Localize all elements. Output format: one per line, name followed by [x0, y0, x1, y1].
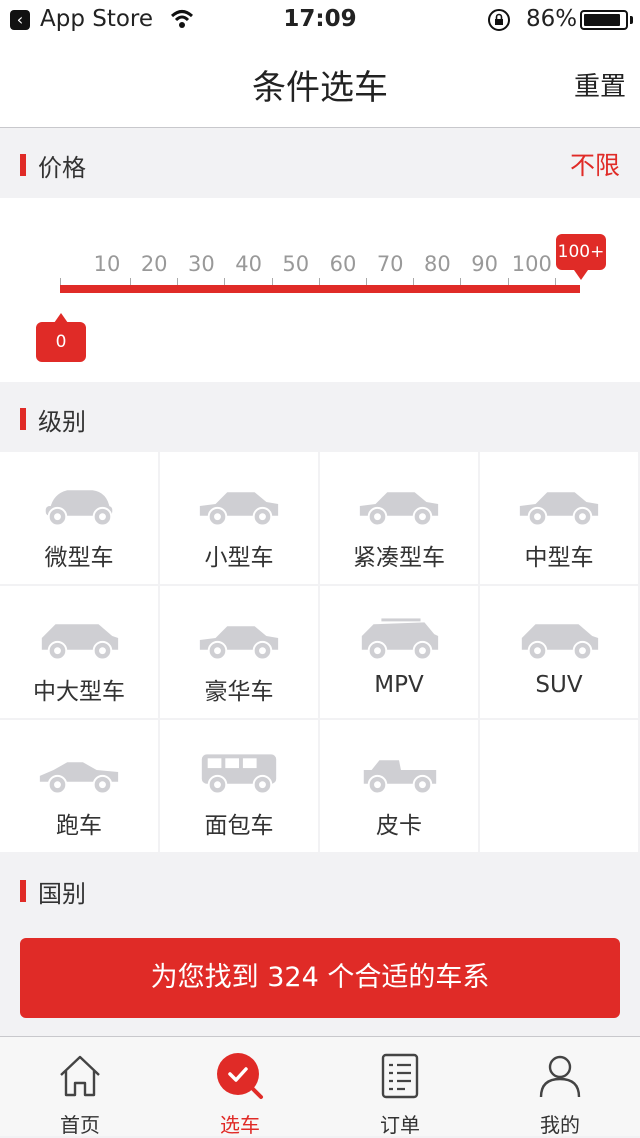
orders-icon	[381, 1053, 419, 1099]
midsize-car-icon	[514, 480, 604, 528]
battery-icon	[580, 10, 628, 30]
country-section-header: 国别	[0, 856, 640, 924]
price-tick-label: 20	[140, 252, 168, 276]
level-option-label: SUV	[535, 672, 583, 698]
price-tick-label: 50	[282, 252, 310, 276]
price-unlimited-button[interactable]: 不限	[570, 146, 620, 182]
level-option[interactable]: 皮卡	[320, 720, 478, 852]
price-tick-label: 90	[471, 252, 498, 276]
tab-label: 首页	[60, 1113, 100, 1137]
tab-profile[interactable]: 我的	[480, 1037, 640, 1137]
status-bar: ‹ App Store 17:09 86%	[0, 0, 640, 40]
section-marker	[20, 154, 26, 176]
tab-label: 订单	[380, 1113, 420, 1137]
level-grid: 微型车 小型车 紧凑型车 中型车中大型车 豪华车 MPV SUV 跑车 面包车 皮卡	[0, 452, 640, 852]
level-section-title: 级别	[38, 408, 86, 436]
tab-home[interactable]: 首页	[0, 1037, 160, 1137]
price-slider-panel: 10 20 30 40 50 60 70 80 90 100 100+ 0	[0, 198, 640, 382]
level-option[interactable]: 小型车	[160, 452, 318, 584]
level-option-label: MPV	[374, 672, 424, 698]
level-option-label: 面包车	[204, 813, 274, 839]
level-option[interactable]: 跑车	[0, 720, 158, 852]
price-range-track[interactable]	[60, 285, 580, 293]
small-car-icon	[194, 480, 284, 528]
tab-label: 选车	[220, 1113, 260, 1137]
level-option-label: 紧凑型车	[353, 545, 445, 571]
rotation-lock-icon	[488, 9, 510, 31]
home-icon	[60, 1055, 100, 1097]
compact-car-icon	[354, 480, 444, 528]
level-option[interactable]: 面包车	[160, 720, 318, 852]
luxury-car-icon	[194, 614, 284, 662]
van-icon	[194, 748, 284, 796]
tab-orders[interactable]: 订单	[320, 1037, 480, 1137]
price-tick-label: 10	[93, 252, 121, 276]
mini-car-icon	[34, 480, 124, 528]
section-marker	[20, 880, 26, 902]
level-option-label: 微型车	[44, 545, 114, 571]
tab-select-car[interactable]: 选车	[160, 1037, 320, 1137]
suv-icon	[514, 614, 604, 662]
show-results-button[interactable]: 为您找到 324 个合适的车系	[20, 938, 620, 1018]
price-tick-label: 30	[188, 252, 215, 276]
level-section-header: 级别	[0, 384, 640, 452]
level-option[interactable]: 中大型车	[0, 586, 158, 718]
level-option[interactable]: SUV	[480, 586, 638, 718]
price-section-title: 价格	[38, 154, 86, 182]
price-tick-label: 100	[511, 252, 552, 276]
battery-percent: 86%	[526, 6, 578, 32]
price-tick-label: 70	[376, 252, 404, 276]
level-option-label: 小型车	[204, 545, 274, 571]
large-car-icon	[34, 614, 124, 662]
level-option[interactable]: 紧凑型车	[320, 452, 478, 584]
level-option-label: 中大型车	[33, 679, 125, 705]
tab-label: 我的	[540, 1113, 580, 1137]
level-option[interactable]: 豪华车	[160, 586, 318, 718]
navigation-bar: 条件选车 重置	[0, 40, 640, 128]
profile-icon	[539, 1055, 581, 1098]
level-option[interactable]: MPV	[320, 586, 478, 718]
level-option[interactable]: 微型车	[0, 452, 158, 584]
country-section-title: 国别	[38, 880, 86, 908]
price-tick-label: 40	[235, 252, 262, 276]
pickup-icon	[354, 748, 444, 796]
price-section-header: 价格 不限	[0, 130, 640, 198]
select-car-icon	[217, 1053, 263, 1099]
price-tick-label: 60	[329, 252, 357, 276]
level-option-label: 跑车	[56, 813, 102, 839]
mpv-icon	[354, 614, 444, 662]
page-title: 条件选车	[252, 68, 388, 108]
level-option[interactable]: 中型车	[480, 452, 638, 584]
sports-car-icon	[34, 748, 124, 796]
reset-button[interactable]: 重置	[574, 66, 626, 103]
level-option-label: 中型车	[524, 545, 594, 571]
level-option-label: 豪华车	[204, 679, 274, 705]
price-tick-label: 80	[424, 252, 451, 276]
price-min-handle[interactable]: 0	[36, 313, 86, 362]
section-marker	[20, 408, 26, 430]
price-max-handle[interactable]: 100+	[556, 234, 606, 280]
level-option-label: 皮卡	[376, 813, 422, 839]
empty-grid-cell	[480, 720, 638, 852]
tab-bar: 首页 选车 订单 我的	[0, 1036, 640, 1137]
